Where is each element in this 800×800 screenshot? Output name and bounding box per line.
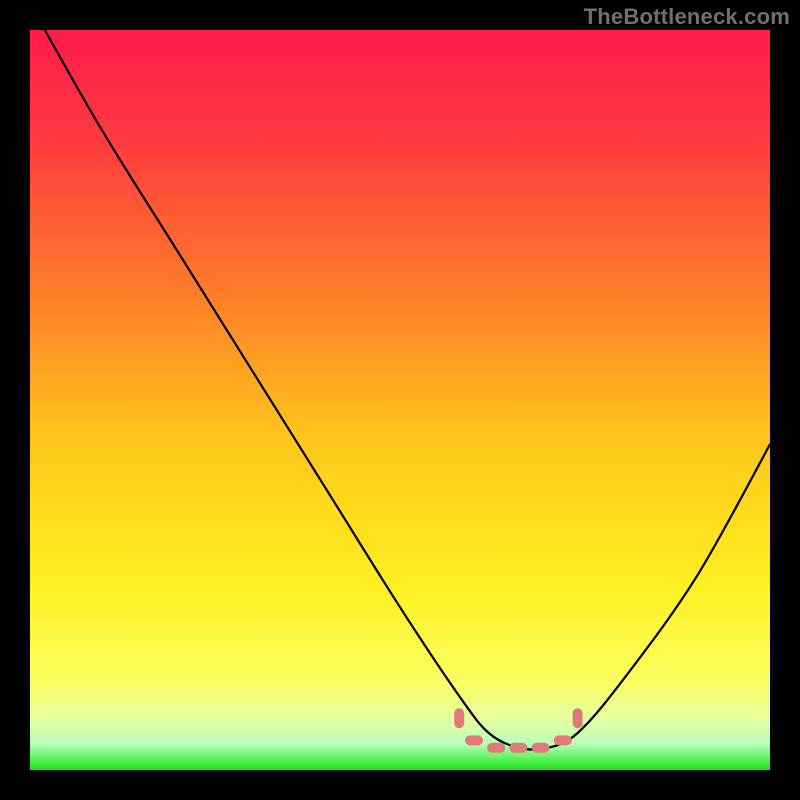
trough-marker xyxy=(509,743,527,753)
gradient-background xyxy=(30,30,770,770)
trough-marker xyxy=(465,735,483,745)
plot-area xyxy=(30,30,770,770)
trough-marker xyxy=(532,743,550,753)
trough-marker xyxy=(454,708,464,728)
trough-marker xyxy=(554,735,572,745)
trough-marker xyxy=(573,708,583,728)
bottleneck-chart xyxy=(30,30,770,770)
watermark-text: TheBottleneck.com xyxy=(584,4,790,30)
trough-marker xyxy=(487,743,505,753)
chart-frame: TheBottleneck.com xyxy=(0,0,800,800)
